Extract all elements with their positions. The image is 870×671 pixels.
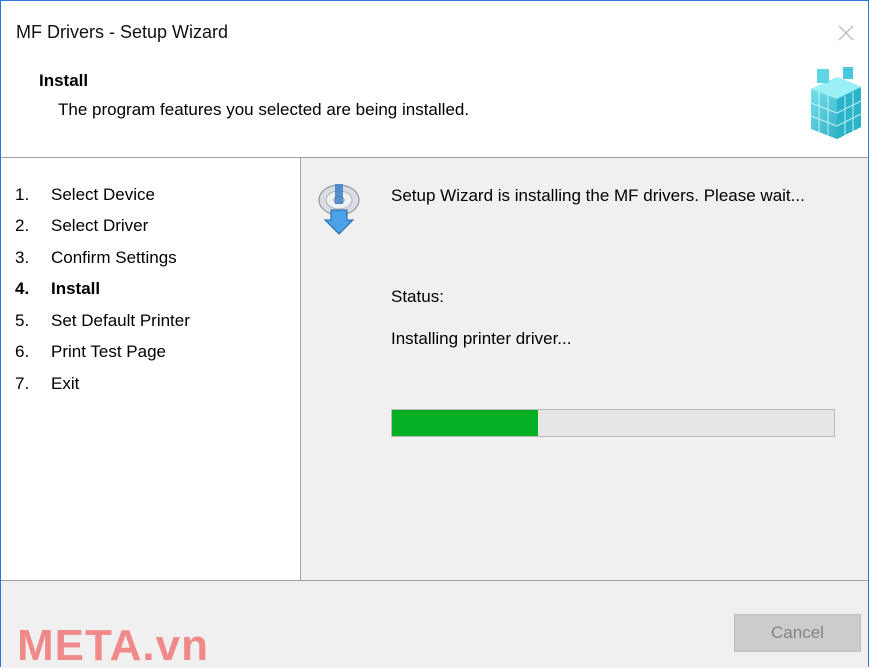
step-label: Set Default Printer [51, 311, 190, 330]
step-item: 2. Select Driver [15, 216, 148, 236]
step-label: Select Device [51, 185, 155, 204]
cube-grid-logo-icon [810, 67, 862, 139]
cancel-button[interactable]: Cancel [734, 614, 861, 652]
step-number: 5. [15, 311, 30, 330]
step-item: 1. Select Device [15, 185, 155, 205]
step-item: 5. Set Default Printer [15, 311, 190, 331]
wizard-header: Install The program features you selecte… [1, 53, 868, 157]
close-button[interactable] [822, 1, 868, 53]
step-label: Install [51, 279, 101, 298]
step-label: Exit [51, 374, 80, 393]
step-label: Confirm Settings [51, 248, 177, 267]
install-message: Setup Wizard is installing the MF driver… [391, 186, 805, 205]
step-number: 7. [15, 374, 30, 393]
step-item: 6. Print Test Page [15, 342, 166, 362]
install-content: Setup Wizard is installing the MF driver… [301, 158, 870, 580]
progress-fill [392, 410, 538, 436]
step-item: 7. Exit [15, 374, 79, 394]
step-number: 4. [15, 279, 30, 298]
title-bar: MF Drivers - Setup Wizard [1, 1, 868, 53]
step-number: 1. [15, 185, 30, 204]
step-number: 6. [15, 342, 30, 361]
page-title: Install [39, 71, 89, 90]
status-label: Status: [391, 287, 444, 306]
step-item-current: 4. Install [15, 279, 100, 299]
install-progress-bar [391, 409, 835, 437]
step-number: 2. [15, 216, 30, 235]
disc-install-icon [318, 184, 360, 235]
step-label: Print Test Page [51, 342, 166, 361]
step-number: 3. [15, 248, 30, 267]
window-title: MF Drivers - Setup Wizard [16, 22, 229, 42]
step-label: Select Driver [51, 216, 149, 235]
wizard-body: 1. Select Device 2. Select Driver 3. Confir… [1, 158, 868, 580]
close-icon [838, 25, 854, 41]
page-description: The program features you selected are be… [58, 100, 470, 119]
wizard-footer: META.vn Cancel [1, 581, 868, 670]
setup-wizard-window: MF Drivers - Setup Wizard Install The pr… [0, 0, 869, 670]
step-item: 3. Confirm Settings [15, 248, 177, 268]
steps-list: 1. Select Device 2. Select Driver 3. Confir… [1, 158, 301, 580]
watermark: META.vn [17, 621, 209, 670]
status-text: Installing printer driver... [391, 329, 572, 348]
